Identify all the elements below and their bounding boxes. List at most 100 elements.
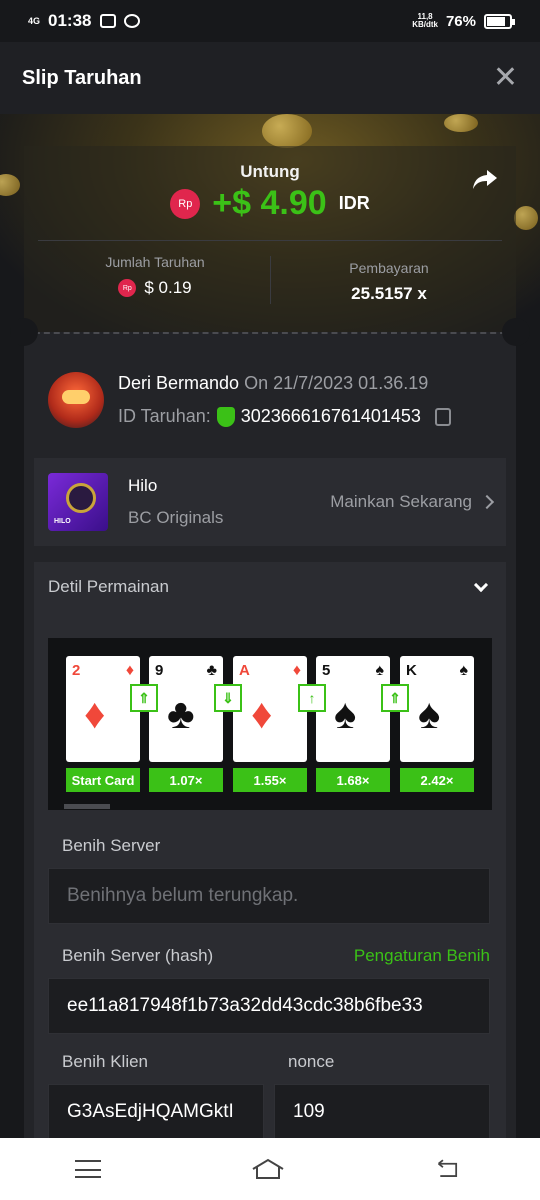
- bet-amount-value: $ 0.19: [144, 278, 192, 297]
- user-name[interactable]: Deri Bermando: [118, 373, 239, 393]
- play-now-link[interactable]: Mainkan Sekarang: [330, 492, 495, 512]
- battery-percent: 76%: [445, 12, 476, 30]
- user-row: Deri Bermando On 21/7/2023 01.36.19 ID T…: [48, 372, 451, 428]
- multiplier-badge: 1.68×: [316, 768, 390, 792]
- dashed-separator: [24, 332, 516, 334]
- bet-amount-label: Jumlah Taruhan: [105, 254, 205, 270]
- game-thumbnail-label: HILO: [54, 518, 71, 525]
- server-hash-field[interactable]: ee11a817948f1b73a32dd43cdc38b6fbe33: [48, 978, 490, 1034]
- play-now-label: Mainkan Sekarang: [330, 492, 472, 511]
- payout-label: Pembayaran: [349, 260, 429, 276]
- playing-card: K ♠ ♠: [400, 656, 474, 762]
- payout-stat: Pembayaran 25.5157 x: [274, 260, 504, 304]
- coin-decoration: [514, 206, 538, 230]
- game-details-section: Detil Permainan 2 ♦ ♦ 9 ♣ ♣ A ♦ ♦ 5 ♠ ♠ …: [34, 562, 506, 1162]
- bet-slip-header: Slip Taruhan ✕: [0, 42, 540, 114]
- ticket-notch: [502, 318, 530, 346]
- lower-arrow-icon: ⇓: [214, 684, 242, 712]
- card-suit-small: ♦: [125, 662, 134, 679]
- coin-decoration: [262, 114, 312, 148]
- network-indicator: 4G: [28, 15, 41, 26]
- card-rank: 9: [155, 662, 164, 679]
- higher-arrow-icon: ⇑: [130, 684, 158, 712]
- game-row[interactable]: HILO Hilo BC Originals Mainkan Sekarang: [34, 458, 506, 546]
- home-icon[interactable]: [251, 1157, 285, 1181]
- horizontal-scrollbar[interactable]: [64, 804, 110, 809]
- bet-id-label: ID Taruhan:: [118, 406, 211, 426]
- summary-panel: Untung Rp +$ 4.90 IDR Jumlah Taruhan Rp …: [24, 146, 516, 332]
- nonce-label: nonce: [288, 1052, 335, 1071]
- nonce-field[interactable]: 109: [274, 1084, 490, 1140]
- copy-icon[interactable]: [434, 407, 451, 426]
- chevron-down-icon: [473, 577, 489, 593]
- game-details-toggle[interactable]: Detil Permainan: [34, 562, 506, 612]
- bet-amount-stat: Jumlah Taruhan Rp $ 0.19: [40, 254, 270, 298]
- speed-unit: KB/dtk: [412, 20, 438, 29]
- higher-arrow-icon: ↑: [298, 684, 326, 712]
- chevron-right-icon: [479, 494, 495, 510]
- seed-settings-link[interactable]: Pengaturan Benih: [354, 946, 490, 966]
- close-icon[interactable]: ✕: [493, 63, 518, 93]
- game-details-title: Detil Permainan: [48, 577, 169, 596]
- multiplier-badge: Start Card: [66, 768, 140, 792]
- playing-card: A ♦ ♦: [233, 656, 307, 762]
- cards-history-strip[interactable]: 2 ♦ ♦ 9 ♣ ♣ A ♦ ♦ 5 ♠ ♠ K ♠ ♠ ⇑ ⇓ ↑ ⇑ St…: [48, 638, 492, 810]
- server-hash-label: Benih Server (hash): [62, 946, 214, 965]
- game-name: Hilo: [128, 476, 158, 495]
- spade-suit-icon: ♠: [334, 690, 357, 737]
- profit-label: Untung: [240, 162, 300, 181]
- server-seed-field[interactable]: Benihnya belum terungkap.: [48, 868, 490, 924]
- battery-icon: [484, 13, 515, 29]
- avatar[interactable]: [48, 372, 104, 428]
- mail-icon: [99, 14, 116, 28]
- back-icon[interactable]: [435, 1157, 465, 1181]
- share-icon[interactable]: [472, 168, 498, 190]
- playing-card: 9 ♣ ♣: [149, 656, 223, 762]
- game-provider: BC Originals: [128, 508, 224, 527]
- menu-icon[interactable]: [75, 1160, 101, 1178]
- client-seed-field[interactable]: G3AsEdjHQAMGktI: [48, 1084, 264, 1140]
- playing-card: 2 ♦ ♦: [66, 656, 140, 762]
- bet-slip-card: Untung Rp +$ 4.90 IDR Jumlah Taruhan Rp …: [10, 146, 530, 1162]
- club-suit-icon: ♣: [167, 690, 195, 737]
- payout-value: 25.5157 x: [351, 284, 427, 303]
- king-face-icon: ♠: [418, 690, 441, 737]
- higher-arrow-icon: ⇑: [381, 684, 409, 712]
- details-panel: Deri Bermando On 21/7/2023 01.36.19 ID T…: [10, 318, 530, 1162]
- page-title: Slip Taruhan: [22, 66, 142, 89]
- multiplier-badge: 1.07×: [149, 768, 223, 792]
- rp-currency-icon: Rp: [170, 188, 201, 219]
- system-nav-bar: [0, 1138, 540, 1200]
- game-info: Hilo BC Originals: [128, 476, 223, 528]
- profit-value: +$ 4.90: [212, 184, 327, 222]
- multiplier-badge: 1.55×: [233, 768, 307, 792]
- coin-decoration: [444, 114, 478, 132]
- bet-id-value: 302366616761401453: [240, 406, 421, 426]
- bet-amount-row: Rp $ 0.19: [40, 278, 270, 298]
- speed-indicator: 11,8 KB/dtk: [412, 13, 438, 29]
- card-rank: 5: [322, 662, 331, 679]
- bet-date: On 21/7/2023 01.36.19: [244, 373, 429, 393]
- ticket-notch: [10, 318, 38, 346]
- game-thumbnail: HILO: [48, 473, 108, 531]
- client-seed-label: Benih Klien: [62, 1052, 149, 1071]
- card-suit-small: ♠: [375, 662, 385, 679]
- chrome-icon: [123, 14, 140, 28]
- currency-code: IDR: [338, 193, 370, 213]
- user-line: Deri Bermando On 21/7/2023 01.36.19: [118, 373, 451, 394]
- server-seed-label: Benih Server: [62, 836, 161, 855]
- bet-id-line: ID Taruhan: 302366616761401453: [118, 406, 451, 427]
- diamond-suit-icon: ♦: [84, 690, 106, 737]
- divider: [270, 256, 271, 304]
- diamond-suit-icon: ♦: [251, 690, 273, 737]
- multiplier-badge: 2.42×: [400, 768, 474, 792]
- profit-row: Rp +$ 4.90 IDR: [24, 184, 516, 223]
- rp-currency-icon: Rp: [118, 279, 137, 297]
- card-suit-small: ♦: [292, 662, 301, 679]
- clock: 01:38: [48, 11, 92, 30]
- card-rank: K: [406, 662, 417, 679]
- card-rank: 2: [72, 662, 81, 679]
- divider: [38, 240, 502, 241]
- card-suit-small: ♣: [206, 662, 218, 679]
- verified-shield-icon: [216, 406, 235, 427]
